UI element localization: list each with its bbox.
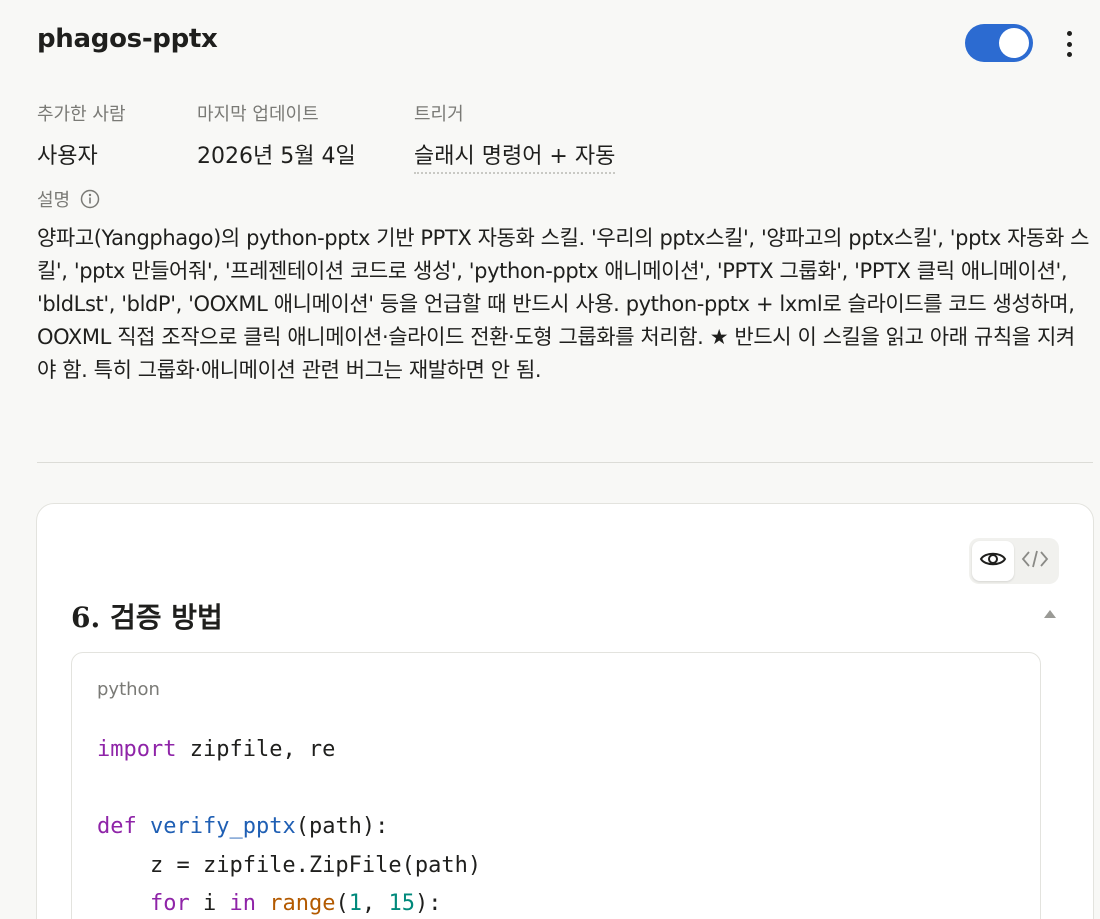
chevron-up-icon[interactable] — [1043, 604, 1057, 618]
skill-content-card: 6. 검증 방법 python import zipfile, re def v… — [36, 503, 1094, 919]
code-line: for i in range(1, 15): — [97, 885, 481, 919]
code-token: verify_pptx — [150, 814, 296, 839]
description-label: 설명 — [37, 190, 71, 211]
code-line: z = zipfile.ZipFile(path) — [97, 847, 481, 886]
code-token: i — [189, 891, 230, 916]
added-by-value: 사용자 — [37, 144, 98, 169]
code-token: import — [97, 737, 177, 762]
code-block: python import zipfile, re def verify_ppt… — [71, 652, 1041, 919]
info-icon[interactable] — [80, 189, 100, 209]
code-token: ( — [335, 891, 349, 916]
code-token: ): — [414, 891, 442, 916]
code-token: zipfile, re — [176, 737, 336, 762]
description-label-row: 설명 — [37, 186, 100, 212]
code-token: in — [229, 891, 256, 916]
skill-title: phagos-pptx — [37, 24, 218, 54]
preview-view-button[interactable] — [972, 541, 1014, 581]
toggle-knob — [999, 28, 1029, 58]
updated-value: 2026년 5월 4일 — [197, 144, 356, 169]
eye-icon — [979, 549, 1007, 573]
code-icon — [1021, 548, 1049, 574]
enable-toggle[interactable] — [965, 24, 1033, 62]
code-view-button[interactable] — [1014, 541, 1056, 581]
meta-trigger: 트리거 슬래시 명령어 + 자동 — [414, 100, 674, 174]
trigger-label: 트리거 — [414, 104, 464, 125]
meta-added-by: 추가한 사람 사용자 — [37, 100, 197, 174]
code-language-label: python — [97, 679, 160, 700]
more-vertical-icon[interactable] — [1059, 28, 1079, 60]
added-by-label: 추가한 사람 — [37, 104, 126, 125]
code-token: def — [97, 814, 137, 839]
description-text: 양파고(Yangphago)의 python-pptx 기반 PPTX 자동화 … — [37, 226, 1090, 382]
divider — [37, 462, 1093, 463]
trigger-value[interactable]: 슬래시 명령어 + 자동 — [414, 138, 616, 174]
header: phagos-pptx — [37, 24, 1080, 62]
code-token: 15 — [388, 891, 415, 916]
updated-label: 마지막 업데이트 — [197, 104, 319, 125]
meta-info: 추가한 사람 사용자 마지막 업데이트 2026년 5월 4일 트리거 슬래시 … — [37, 100, 674, 174]
meta-updated: 마지막 업데이트 2026년 5월 4일 — [197, 100, 414, 174]
code-token: (path): — [295, 814, 389, 839]
code-content: import zipfile, re def verify_pptx(path)… — [97, 731, 481, 919]
skill-detail-page: phagos-pptx 추가한 사람 사용자 마지막 업데이트 2026년 5월… — [0, 0, 1100, 919]
code-token: range — [269, 891, 336, 916]
code-token: , — [361, 891, 389, 916]
code-line: import zipfile, re — [97, 731, 481, 770]
code-token: z = zipfile.ZipFile(path) — [97, 852, 482, 878]
view-mode-toggle — [969, 538, 1059, 584]
code-line: def verify_pptx(path): — [97, 808, 481, 847]
section-title: 6. 검증 방법 — [71, 601, 223, 634]
code-token: for — [149, 891, 190, 916]
code-token: 1 — [348, 891, 362, 916]
